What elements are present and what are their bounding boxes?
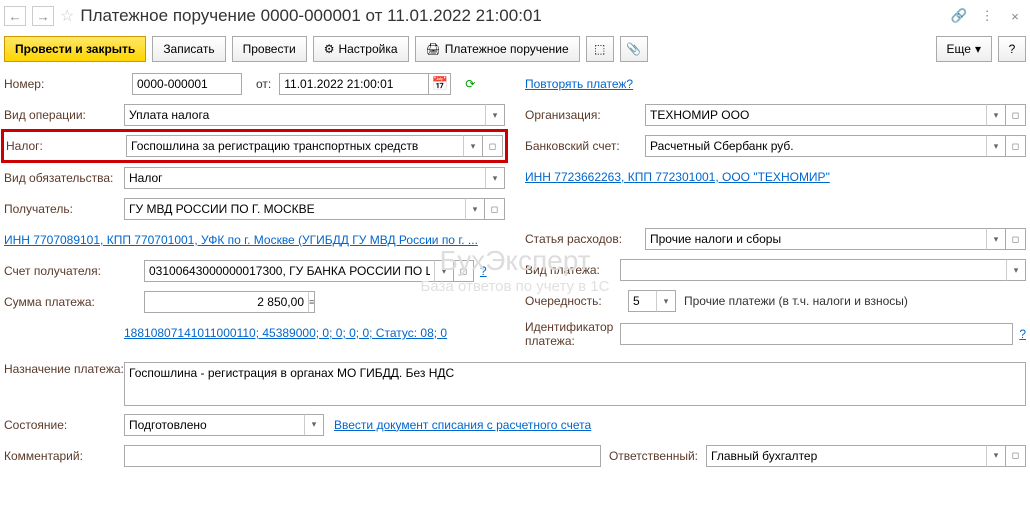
page-title: Платежное поручение 0000-000001 от 11.01… xyxy=(80,6,942,26)
save-button[interactable]: Записать xyxy=(152,36,225,62)
menu-icon[interactable]: ⋮ xyxy=(976,6,998,26)
responsible-dropdown[interactable]: ▾ xyxy=(986,445,1006,467)
state-input[interactable] xyxy=(124,414,304,436)
back-button[interactable]: ← xyxy=(4,6,26,26)
settings-button[interactable]: ⚙Настройка xyxy=(313,36,409,62)
state-dropdown[interactable]: ▾ xyxy=(304,414,324,436)
account-help[interactable]: ? xyxy=(480,264,487,278)
state-label: Состояние: xyxy=(4,418,124,432)
obligation-input[interactable] xyxy=(124,167,485,189)
bank-label: Банковский счет: xyxy=(525,139,645,153)
operation-dropdown[interactable]: ▾ xyxy=(485,104,505,126)
post-and-close-button[interactable]: Провести и закрыть xyxy=(4,36,146,62)
more-button[interactable]: Еще ▾ xyxy=(936,36,992,62)
amount-label: Сумма платежа: xyxy=(4,295,144,309)
date-label: от: xyxy=(256,77,271,91)
org-open[interactable]: ◻ xyxy=(1006,104,1026,126)
bank-open[interactable]: ◻ xyxy=(1006,135,1026,157)
structure-button[interactable]: ⬚ xyxy=(586,36,614,62)
recipient-account-input[interactable] xyxy=(144,260,434,282)
date-input[interactable] xyxy=(279,73,429,95)
org-input[interactable] xyxy=(645,104,986,126)
obligation-dropdown[interactable]: ▾ xyxy=(485,167,505,189)
link-icon[interactable]: 🔗 xyxy=(948,6,970,26)
payment-type-dropdown[interactable]: ▾ xyxy=(1006,259,1026,281)
state-link[interactable]: Ввести документ списания с расчетного сч… xyxy=(334,418,591,432)
comment-input[interactable] xyxy=(124,445,601,467)
print-button[interactable]: 🖨Платежное поручение xyxy=(415,36,580,62)
responsible-input[interactable] xyxy=(706,445,986,467)
print-icon: 🖨 xyxy=(426,42,441,56)
refresh-icon[interactable]: ⟳ xyxy=(465,77,475,91)
recipient-open[interactable]: ◻ xyxy=(485,198,505,220)
star-icon[interactable]: ☆ xyxy=(60,6,74,26)
tax-input[interactable] xyxy=(126,135,463,157)
operation-label: Вид операции: xyxy=(4,108,124,122)
tax-label: Налог: xyxy=(6,139,126,153)
gear-icon: ⚙ xyxy=(324,42,335,56)
repeat-link[interactable]: Повторять платеж? xyxy=(525,77,633,91)
purpose-textarea[interactable] xyxy=(124,362,1026,406)
bank-dropdown[interactable]: ▾ xyxy=(986,135,1006,157)
post-button[interactable]: Провести xyxy=(232,36,307,62)
help-button[interactable]: ? xyxy=(998,36,1026,62)
account-dropdown[interactable]: ▾ xyxy=(434,260,454,282)
operation-input[interactable] xyxy=(124,104,485,126)
queue-dropdown[interactable]: ▾ xyxy=(656,290,676,312)
number-label: Номер: xyxy=(4,77,124,91)
kbk-link[interactable]: 18810807141011000110; 45389000; 0; 0; 0;… xyxy=(124,326,447,340)
amount-calc[interactable]: ≡ xyxy=(308,291,315,313)
forward-button[interactable]: → xyxy=(32,6,54,26)
comment-label: Комментарий: xyxy=(4,449,124,463)
queue-text: Прочие платежи (в т.ч. налоги и взносы) xyxy=(684,294,908,308)
id-input[interactable] xyxy=(620,323,1013,345)
inn-link-2[interactable]: ИНН 7707089101, КПП 770701001, УФК по г.… xyxy=(4,233,478,247)
inn-link-1[interactable]: ИНН 7723662263, КПП 772301001, ООО "ТЕХН… xyxy=(525,170,830,184)
amount-input[interactable] xyxy=(144,291,308,313)
id-help[interactable]: ? xyxy=(1019,327,1026,341)
org-dropdown[interactable]: ▾ xyxy=(986,104,1006,126)
responsible-open[interactable]: ◻ xyxy=(1006,445,1026,467)
calendar-icon[interactable]: 📅 xyxy=(429,73,451,95)
id-label: Идентификатор платежа: xyxy=(525,320,620,349)
tax-open[interactable]: ◻ xyxy=(483,135,503,157)
attach-button[interactable]: 📎 xyxy=(620,36,648,62)
expense-input[interactable] xyxy=(645,228,986,250)
number-input[interactable] xyxy=(132,73,242,95)
responsible-label: Ответственный: xyxy=(609,449,698,463)
obligation-label: Вид обязательства: xyxy=(4,171,124,185)
recipient-dropdown[interactable]: ▾ xyxy=(465,198,485,220)
account-open[interactable]: ◻ xyxy=(454,260,474,282)
queue-input[interactable] xyxy=(628,290,656,312)
recipient-account-label: Счет получателя: xyxy=(4,264,144,278)
bank-input[interactable] xyxy=(645,135,986,157)
purpose-label: Назначение платежа: xyxy=(4,362,124,378)
payment-type-input[interactable] xyxy=(620,259,1006,281)
expense-open[interactable]: ◻ xyxy=(1006,228,1026,250)
org-label: Организация: xyxy=(525,108,645,122)
queue-label: Очередность: xyxy=(525,294,620,308)
tax-dropdown[interactable]: ▾ xyxy=(463,135,483,157)
close-icon[interactable]: × xyxy=(1004,6,1026,26)
expense-dropdown[interactable]: ▾ xyxy=(986,228,1006,250)
chevron-down-icon: ▾ xyxy=(975,42,981,56)
recipient-label: Получатель: xyxy=(4,202,124,216)
expense-label: Статья расходов: xyxy=(525,232,645,246)
payment-type-label: Вид платежа: xyxy=(525,263,620,277)
recipient-input[interactable] xyxy=(124,198,465,220)
